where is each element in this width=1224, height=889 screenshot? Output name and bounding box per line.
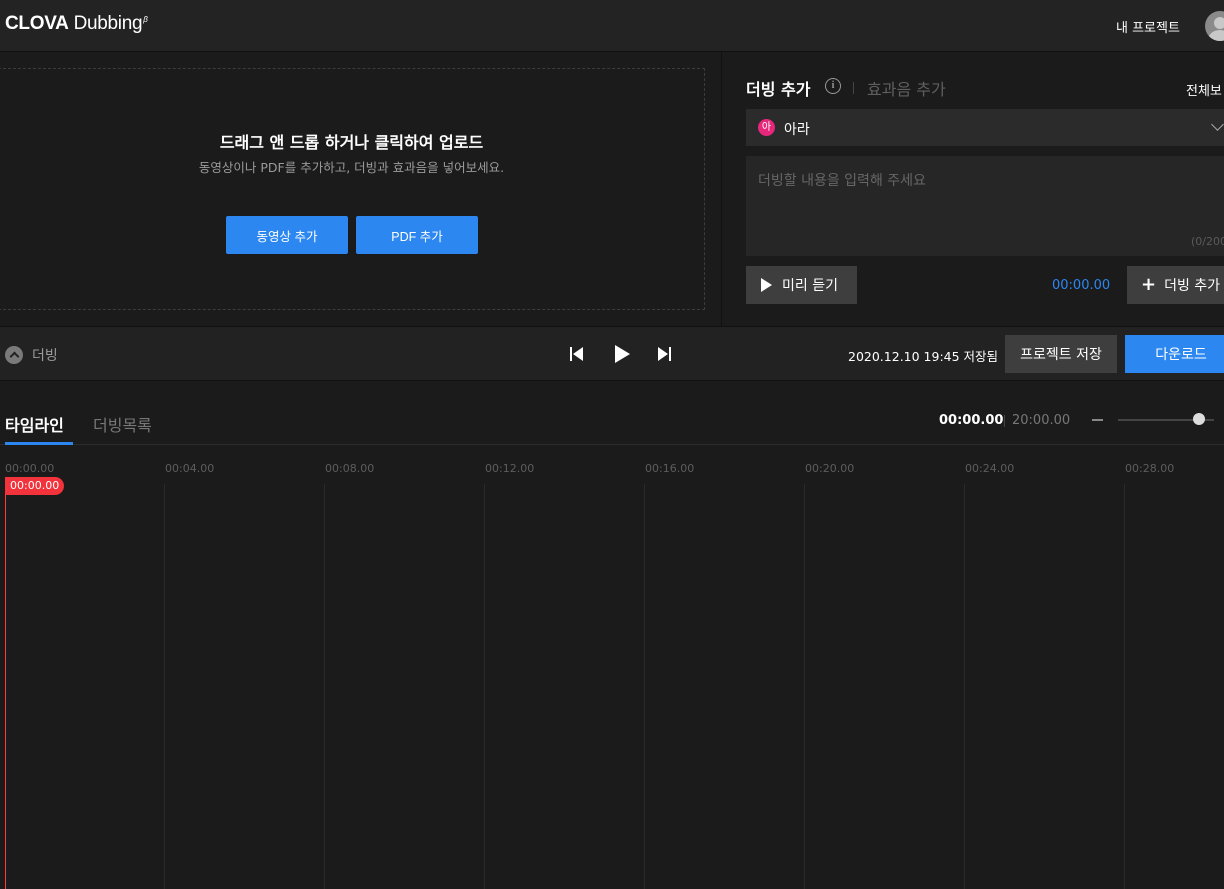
- timeline-ruler[interactable]: 00:28.00 00:24.00 00:20.00 00:16.00 00:12.00…: [0, 446, 1224, 889]
- timeline-tick-label: 00:16.00: [645, 462, 695, 475]
- download-button[interactable]: 다운로드: [1125, 335, 1224, 373]
- dub-toggle-label[interactable]: 더빙: [32, 345, 58, 365]
- timeline-grid-line: [964, 484, 965, 889]
- timeline-tick-label: 00:20.00: [805, 462, 855, 475]
- playhead-time-badge[interactable]: 00:00.00: [5, 477, 65, 495]
- timeline-tick-label: 00:00.00: [5, 462, 55, 475]
- plus-icon: +: [1141, 274, 1157, 295]
- tab-dub-list[interactable]: 더빙목록: [93, 412, 152, 436]
- user-avatar-icon[interactable]: [1205, 11, 1224, 41]
- voice-avatar-icon: 아: [758, 119, 775, 136]
- timeline-grid-line: [804, 484, 805, 889]
- upload-drop-zone[interactable]: 드래그 앤 드롭 하거나 클릭하여 업로드 동영상이나 PDF를 추가하고, 더…: [0, 68, 705, 310]
- zoom-out-icon[interactable]: [1092, 419, 1103, 421]
- view-all-link[interactable]: 전체보: [1186, 80, 1222, 99]
- char-count: (0/200: [1191, 235, 1224, 248]
- active-tab-indicator: [5, 442, 73, 445]
- text-placeholder: 더빙할 내용을 입력해 주세요: [758, 173, 926, 189]
- upload-title: 드래그 앤 드롭 하거나 클릭하여 업로드: [219, 133, 484, 152]
- tab-add-dubbing[interactable]: 더빙 추가: [746, 76, 810, 100]
- timeline-tabs: 타임라인 더빙목록 00:00.00 20:00.00: [0, 382, 1224, 445]
- timeline-grid-line: [164, 484, 165, 889]
- timeline-grid-line: [324, 484, 325, 889]
- dub-duration: 00:00.00: [1052, 278, 1111, 293]
- zoom-slider-handle[interactable]: [1193, 413, 1205, 425]
- save-project-button[interactable]: 프로젝트 저장: [1005, 335, 1117, 373]
- timeline-tick-label: 00:04.00: [165, 462, 215, 475]
- app-header: CLOVA Dubbingβ 내 프로젝트: [0, 0, 1224, 52]
- play-icon: [761, 278, 772, 292]
- tab-timeline[interactable]: 타임라인: [5, 412, 64, 436]
- current-time: 00:00.00: [939, 413, 1004, 428]
- timeline-tick-label: 00:12.00: [485, 462, 535, 475]
- add-dub-button[interactable]: + 더빙 추가: [1127, 266, 1224, 304]
- timeline-tick-label: 00:24.00: [965, 462, 1015, 475]
- skip-previous-icon[interactable]: [570, 347, 584, 361]
- timeline-tick-label: 00:08.00: [325, 462, 375, 475]
- add-video-button[interactable]: 동영상 추가: [226, 216, 348, 254]
- dubbing-panel: 더빙 추가 i 효과음 추가 전체보 아 아라 더빙할 내용을 입력해 주세요 …: [721, 52, 1224, 326]
- add-pdf-button[interactable]: PDF 추가: [356, 216, 478, 254]
- timeline-grid-line: [484, 484, 485, 889]
- upload-description: 동영상이나 PDF를 추가하고, 더빙과 효과음을 넣어보세요.: [198, 160, 505, 175]
- chevron-down-icon: [1211, 118, 1224, 131]
- preview-button[interactable]: 미리 듣기: [746, 266, 857, 304]
- total-time: 20:00.00: [1012, 413, 1071, 428]
- playhead-line[interactable]: [5, 484, 6, 889]
- voice-name: 아라: [784, 122, 810, 138]
- timeline-grid-line: [1124, 484, 1125, 889]
- player-bar: 더빙 2020.12.10 19:45 저장됨 프로젝트 저장 다운로드: [0, 326, 1224, 381]
- voice-select[interactable]: 아 아라: [746, 109, 1224, 146]
- saved-status: 2020.12.10 19:45 저장됨: [848, 349, 999, 364]
- info-icon[interactable]: i: [825, 78, 841, 94]
- play-icon[interactable]: [615, 345, 630, 363]
- tab-divider: [853, 82, 854, 94]
- clova-dubbing-logo[interactable]: CLOVA Dubbingβ: [5, 13, 148, 35]
- my-projects-link[interactable]: 내 프로젝트: [1116, 17, 1180, 36]
- dubbing-text-input[interactable]: 더빙할 내용을 입력해 주세요 (0/200: [746, 156, 1224, 256]
- timeline-tick-label: 00:28.00: [1125, 462, 1175, 475]
- skip-next-icon[interactable]: [658, 347, 672, 361]
- time-divider: [1004, 415, 1005, 427]
- tab-add-sound-effect[interactable]: 효과음 추가: [867, 76, 946, 100]
- timeline-grid-line: [644, 484, 645, 889]
- chevron-up-icon[interactable]: [5, 346, 23, 364]
